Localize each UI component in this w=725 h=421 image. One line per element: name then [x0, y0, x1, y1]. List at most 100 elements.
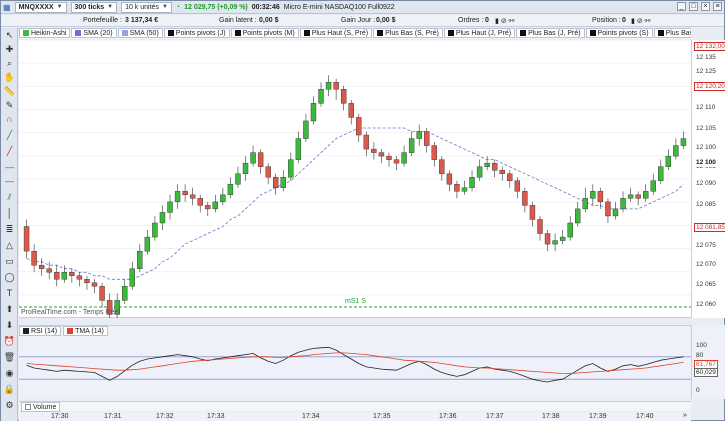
legend-item[interactable]: Plus Haut (S, Pré) [299, 28, 373, 38]
maximize-icon[interactable]: □ [689, 2, 698, 11]
ruler-icon[interactable]: 📏 [3, 86, 16, 97]
minimize-icon[interactable]: _ [677, 2, 686, 11]
candle [491, 162, 498, 171]
candle [476, 166, 483, 178]
pencil-icon[interactable]: ✎ [3, 100, 16, 111]
price-axis-label: 12 090 [696, 180, 716, 187]
gain-jour-value: 0,00 $ [376, 17, 396, 24]
legend-item[interactable]: Points pivots (J) [163, 28, 230, 38]
zoom-icon[interactable]: ⌕ [3, 58, 16, 69]
scroll-right-icon[interactable]: » [683, 412, 687, 419]
fibonacci-icon[interactable]: ≣ [3, 224, 16, 235]
candle [627, 194, 634, 199]
eye-icon[interactable]: ◉ [3, 368, 16, 379]
candle [38, 265, 45, 269]
hand-icon[interactable]: ✋ [3, 72, 16, 83]
volume-panel: Volume [19, 401, 691, 412]
portefeuille-label: Portefeuille : [83, 17, 122, 24]
rsi-chart[interactable] [19, 326, 691, 400]
ticks-selector[interactable]: 300 ticks ▼ [70, 1, 118, 13]
app-menu-icon[interactable]: ▦ [3, 3, 11, 12]
time-axis-label: 17:36 [439, 413, 457, 420]
cursor-icon[interactable]: ↖ [3, 30, 16, 41]
candle [371, 148, 377, 153]
chevron-down-icon: ▼ [107, 4, 114, 10]
volume-legend-item[interactable]: Volume [21, 402, 61, 412]
candle [416, 131, 422, 139]
candle [303, 120, 309, 139]
legend-item[interactable]: Plus Bas (J, Pré) [516, 28, 585, 38]
rectangle-icon[interactable]: ▭ [3, 256, 16, 267]
legend-item[interactable]: Plus Bas (M, Pré) [653, 28, 691, 38]
candle [144, 236, 151, 252]
channel-icon[interactable]: ⫽ [3, 192, 16, 203]
legend-item[interactable]: Points pivots (S) [585, 28, 653, 38]
volume-checkbox[interactable] [25, 404, 31, 410]
legend-item[interactable]: Plus Haut (J, Pré) [443, 28, 516, 38]
last-price: 12 029,75 (+0,09 %) [184, 3, 248, 11]
horizontal-line-icon[interactable]: — [3, 162, 16, 173]
ellipse-icon[interactable]: ◯ [3, 272, 16, 283]
text-tool-icon[interactable]: T [3, 288, 16, 299]
vertical-line-icon[interactable]: │ [3, 208, 16, 219]
price-axis[interactable]: 12 13512 12512 11512 11012 10512 10012 0… [691, 40, 725, 318]
arrow-up-icon[interactable]: ⬆ [3, 304, 16, 315]
lock-icon[interactable]: 🔒 [3, 384, 16, 395]
legend-label: Heikin-Ashi [31, 29, 67, 37]
price-axis-label: 12 110 [696, 104, 716, 111]
legend-swatch [234, 30, 241, 36]
legend-item[interactable]: Heikin-Ashi [19, 28, 71, 38]
triangle-icon[interactable]: △ [3, 240, 16, 251]
units-selector[interactable]: 10 k unités ▼ [121, 1, 172, 13]
price-axis-label: 12 085 [696, 201, 716, 208]
time-axis[interactable]: 17:30 17:31 17:32 17:33 17:34 17:35 17:36 17:37… [19, 412, 691, 421]
crosshair-icon[interactable]: ✚ [3, 44, 16, 55]
candle [529, 205, 536, 220]
drawing-toolbar: ↖ ✚ ⌕ ✋ 📏 ✎ ∩ ╱ ╱ — — ⫽ │ ≣ △ ▭ ◯ T ⬆ ⬇ … [1, 28, 18, 421]
candle [424, 131, 430, 146]
candle [537, 219, 543, 234]
account-info-bar: Portefeuille : 3 137,34 € Gain latent : … [1, 15, 724, 27]
rsi-axis[interactable]: 100 80 61,767 60,029 0 [691, 325, 725, 399]
settings-icon[interactable]: ⚙ [3, 400, 16, 411]
candle [310, 103, 317, 122]
trendline-green-icon[interactable]: ╱ [3, 130, 16, 141]
legend-swatch [657, 30, 664, 36]
candle [212, 201, 219, 210]
legend-item[interactable]: Points pivots (M) [230, 28, 299, 38]
trendline-red-icon[interactable]: ╱ [3, 146, 16, 157]
candle [31, 250, 37, 266]
chevron-down-icon: ▼ [161, 4, 168, 10]
magnet-icon[interactable]: ∩ [3, 114, 16, 125]
candle [325, 82, 332, 90]
position-settings-icon[interactable]: ▮ ⊘ ⚯ [631, 17, 650, 25]
candle [408, 138, 415, 153]
candle [159, 212, 166, 224]
candle [84, 279, 90, 284]
portefeuille-value: 3 137,34 € [125, 17, 159, 24]
legend-swatch [167, 30, 174, 36]
candlestick-chart[interactable] [19, 40, 691, 318]
price-axis-label: 12 060 [696, 301, 716, 308]
close-icon[interactable]: × [701, 2, 710, 11]
legend-item[interactable]: SMA (20) [71, 28, 117, 38]
time-axis-label: 17:37 [486, 413, 504, 420]
legend-item[interactable]: SMA (50) [117, 28, 163, 38]
rsi-panel: RSI (14) TMA (14) [19, 325, 691, 399]
rsi-line [26, 346, 684, 383]
symbol-selector[interactable]: MNQXXXX ▼ [14, 1, 67, 13]
quote-time: 00:32:46 [251, 3, 280, 11]
trash-icon[interactable]: 🗑 [3, 352, 16, 363]
arrow-down-icon[interactable]: ⬇ [3, 320, 16, 331]
candle [363, 134, 370, 150]
horizontal-line-red-icon[interactable]: — [3, 176, 16, 187]
alert-icon[interactable]: ⏰ [3, 336, 16, 347]
ticks-text: 300 ticks [74, 3, 105, 11]
candle [333, 82, 339, 90]
price-panel: mS1 S ProRealTime.com - Temps Réel [19, 40, 691, 318]
ordres-settings-icon[interactable]: ▮ ⊘ ⚯ [495, 17, 514, 25]
legend-item[interactable]: Plus Bas (S, Pré) [373, 28, 443, 38]
legend-label: Points pivots (M) [242, 29, 295, 37]
price-marker-mid: 12 120,20 [694, 82, 725, 91]
options-icon[interactable]: ≡ [713, 2, 722, 11]
